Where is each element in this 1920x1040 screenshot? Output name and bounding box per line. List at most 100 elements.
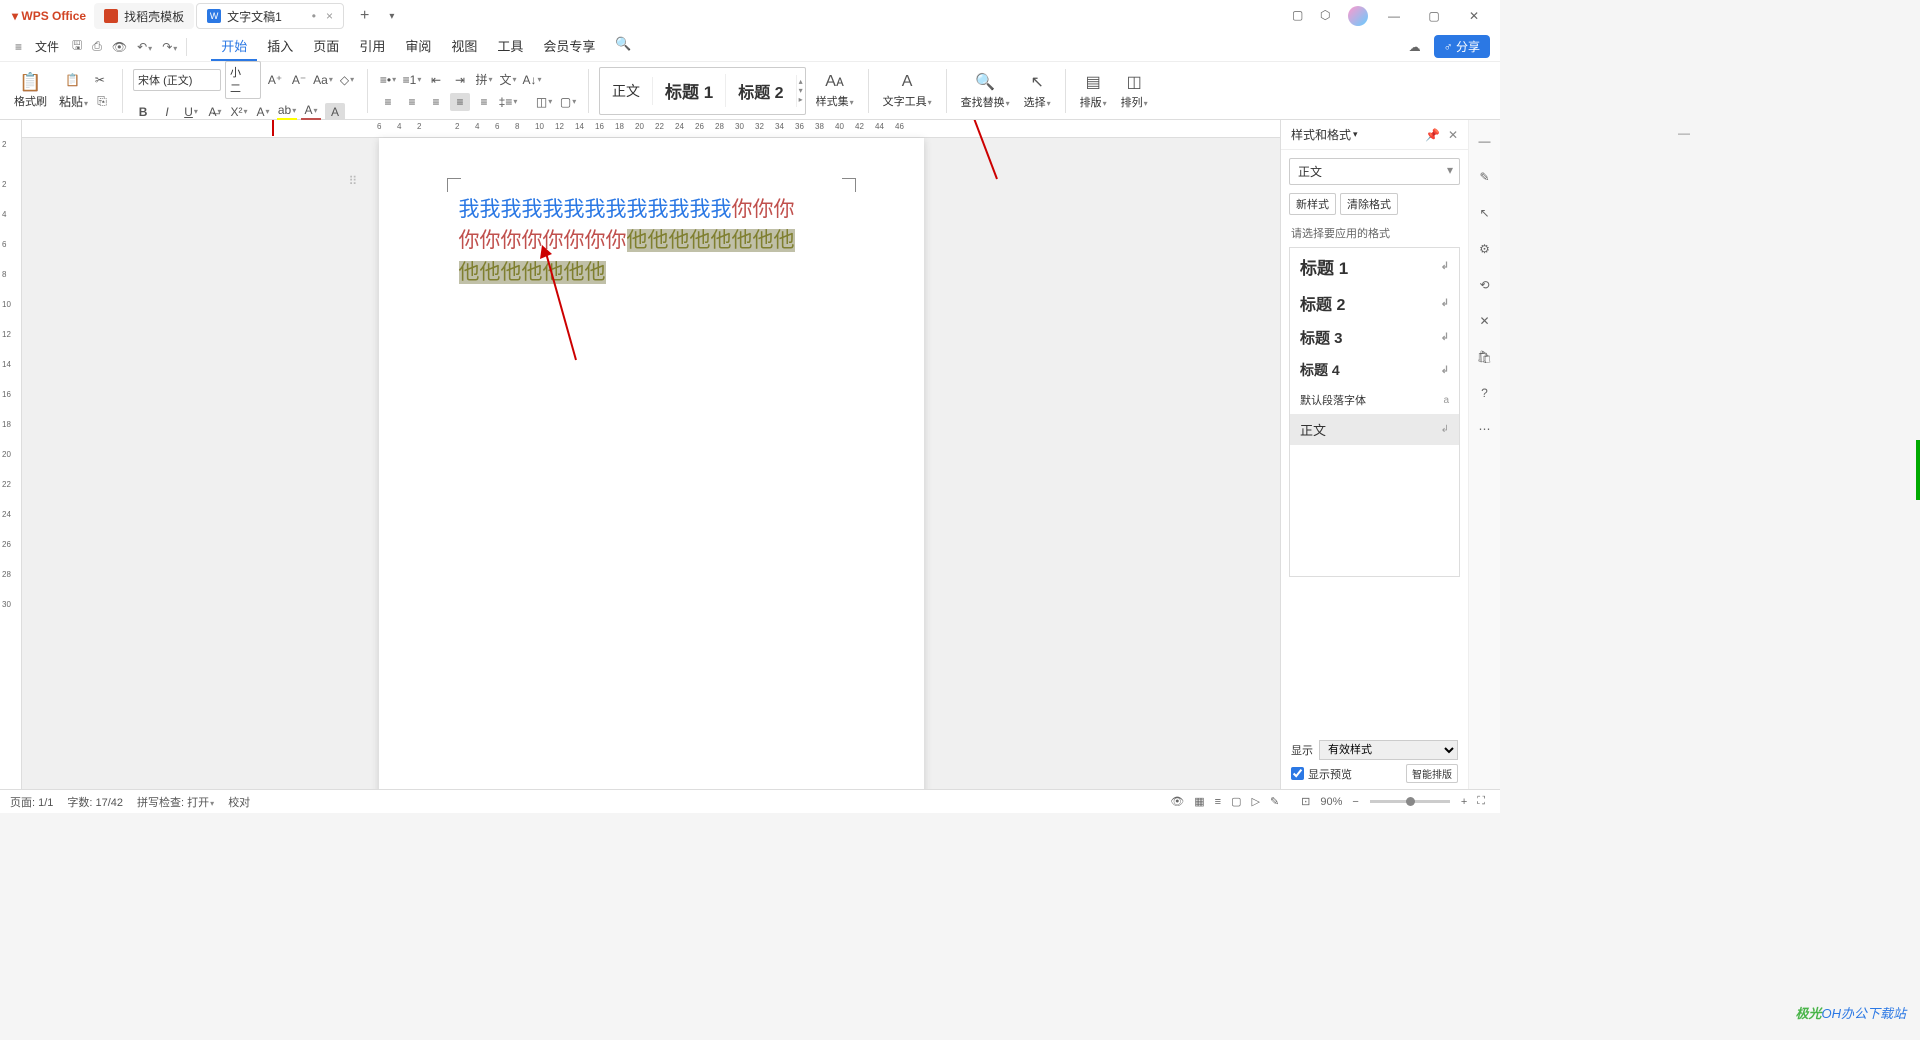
- align-left-button[interactable]: ≡: [378, 93, 398, 111]
- tab-document[interactable]: W 文字文稿1 • ×: [196, 3, 344, 29]
- style-scroll-up[interactable]: ▴: [799, 77, 803, 86]
- page-indicator[interactable]: 页面: 1/1: [10, 794, 53, 810]
- new-tab-button[interactable]: +: [354, 5, 375, 27]
- tab-home[interactable]: 开始: [211, 32, 257, 61]
- file-menu[interactable]: 文件: [27, 36, 67, 57]
- shrink-font-icon[interactable]: A⁻: [289, 71, 309, 89]
- style-item-normal[interactable]: 正文↲: [1290, 414, 1459, 445]
- pin-icon[interactable]: 📌: [1425, 128, 1440, 142]
- align-justify-button[interactable]: ≡: [450, 93, 470, 111]
- tab-reference[interactable]: 引用: [349, 32, 395, 61]
- decrease-indent-button[interactable]: ⇤: [426, 71, 446, 89]
- format-painter-button[interactable]: 📋格式刷: [8, 70, 53, 111]
- superscript-button[interactable]: X²: [229, 103, 249, 121]
- tab-insert[interactable]: 插入: [257, 32, 303, 61]
- layout-button[interactable]: ▤排版: [1076, 72, 1111, 110]
- text-direction-button[interactable]: 文: [498, 71, 518, 89]
- edit-icon[interactable]: ✎: [1476, 168, 1494, 186]
- document-text[interactable]: 我我我我我我我我我我我我我你你你 你你你你你你你你他他他他他他他他 他他他他他他…: [459, 194, 844, 288]
- distribute-button[interactable]: ≡: [474, 93, 494, 111]
- help-icon[interactable]: ?: [1476, 384, 1494, 402]
- cloud-icon[interactable]: ☁: [1409, 40, 1421, 54]
- strikethrough-button[interactable]: A̶: [205, 103, 225, 121]
- tab-view[interactable]: 视图: [441, 32, 487, 61]
- style-scroll-down[interactable]: ▾: [799, 86, 803, 95]
- style-normal[interactable]: 正文: [600, 77, 653, 105]
- fullscreen-icon[interactable]: ⛶: [1477, 795, 1485, 808]
- shading-button[interactable]: ◫: [534, 93, 554, 111]
- font-select[interactable]: 宋体 (正文): [133, 69, 221, 91]
- increase-indent-button[interactable]: ⇥: [450, 71, 470, 89]
- numbering-button[interactable]: ≡1: [402, 71, 422, 89]
- paragraph-handle-icon[interactable]: ⠿: [349, 174, 358, 188]
- highlight-button[interactable]: ab: [277, 103, 297, 121]
- style-item-h1[interactable]: 标题 1↲: [1290, 248, 1459, 285]
- pencil-icon[interactable]: —: [1476, 132, 1494, 150]
- cursor-icon[interactable]: ↖: [1476, 204, 1494, 222]
- avatar[interactable]: [1348, 6, 1368, 26]
- tab-tools[interactable]: 工具: [487, 32, 533, 61]
- clear-format-icon[interactable]: ◇: [337, 71, 357, 89]
- edit-view-icon[interactable]: ✎: [1270, 795, 1279, 808]
- bookmark-icon[interactable]: 🛍: [1476, 348, 1494, 366]
- close-tab-icon[interactable]: ×: [326, 9, 333, 23]
- collapse-panel-icon[interactable]: —: [1678, 126, 1694, 142]
- outline-view-icon[interactable]: ≡: [1215, 796, 1221, 808]
- bold-button[interactable]: B: [133, 103, 153, 121]
- zoom-text[interactable]: 90%: [1320, 796, 1342, 808]
- sort-button[interactable]: A↓: [522, 71, 542, 89]
- fit-page-icon[interactable]: ⊡: [1301, 795, 1310, 808]
- word-count[interactable]: 字数: 17/42: [67, 794, 123, 810]
- style-h1[interactable]: 标题 1: [653, 74, 726, 107]
- close-button[interactable]: ✕: [1460, 2, 1488, 30]
- smart-layout-button[interactable]: 智能排版: [1406, 764, 1458, 783]
- page-view-icon[interactable]: ▦: [1194, 795, 1204, 808]
- arrange-button[interactable]: ◫排列: [1117, 72, 1152, 110]
- tab-page[interactable]: 页面: [303, 32, 349, 61]
- find-replace-button[interactable]: 🔍查找替换: [957, 72, 1014, 110]
- clear-format-button[interactable]: 清除格式: [1340, 193, 1398, 215]
- link-icon[interactable]: ✕: [1476, 312, 1494, 330]
- proof-status[interactable]: 校对: [228, 794, 250, 810]
- underline-button[interactable]: U: [181, 103, 201, 121]
- tab-member[interactable]: 会员专享: [533, 32, 605, 61]
- text-tools-button[interactable]: A文字工具: [879, 73, 936, 109]
- select-button[interactable]: ↖选择: [1020, 72, 1055, 110]
- text-effects-button[interactable]: A: [253, 103, 273, 121]
- zoom-out-button[interactable]: −: [1352, 796, 1358, 808]
- zoom-in-button[interactable]: +: [1461, 796, 1467, 808]
- zoom-slider[interactable]: [1370, 800, 1450, 803]
- menu-icon[interactable]: ≡: [15, 40, 22, 54]
- preview-icon[interactable]: 👁: [112, 40, 127, 54]
- style-item-h2[interactable]: 标题 2↲: [1290, 285, 1459, 321]
- align-right-button[interactable]: ≡: [426, 93, 446, 111]
- line-spacing-button[interactable]: ‡≡: [498, 93, 518, 111]
- phonetic-button[interactable]: 拼: [474, 71, 494, 89]
- close-panel-icon[interactable]: ✕: [1448, 128, 1458, 142]
- eye-icon[interactable]: 👁: [1170, 795, 1184, 808]
- more-icon[interactable]: ⋯: [1476, 420, 1494, 438]
- change-case-icon[interactable]: Aa: [313, 71, 333, 89]
- style-item-h4[interactable]: 标题 4↲: [1290, 354, 1459, 386]
- cloud-sync-icon[interactable]: ⟲: [1476, 276, 1494, 294]
- borders-button[interactable]: ▢: [558, 93, 578, 111]
- font-color-button[interactable]: A: [301, 103, 321, 121]
- italic-button[interactable]: I: [157, 103, 177, 121]
- char-shading-button[interactable]: A: [325, 103, 345, 121]
- show-select[interactable]: 有效样式: [1319, 740, 1458, 760]
- grow-font-icon[interactable]: A⁺: [265, 71, 285, 89]
- current-style-select[interactable]: 正文: [1289, 158, 1460, 185]
- style-expand[interactable]: ▸: [799, 95, 803, 104]
- preview-checkbox[interactable]: [1291, 767, 1304, 780]
- cube-icon[interactable]: ⬡: [1320, 8, 1336, 24]
- reading-view-icon[interactable]: ▷: [1251, 795, 1259, 808]
- web-view-icon[interactable]: ▢: [1231, 795, 1241, 808]
- spellcheck-status[interactable]: 拼写检查: 打开: [137, 794, 214, 810]
- print-icon[interactable]: ⎙: [92, 39, 102, 54]
- style-h2[interactable]: 标题 2: [726, 75, 796, 107]
- new-style-button[interactable]: 新样式: [1289, 193, 1336, 215]
- cut-icon[interactable]: ✂: [90, 71, 110, 89]
- search-icon[interactable]: 🔍: [605, 32, 641, 61]
- font-size-select[interactable]: 小二: [225, 61, 261, 99]
- save-icon[interactable]: 🖫: [72, 36, 82, 57]
